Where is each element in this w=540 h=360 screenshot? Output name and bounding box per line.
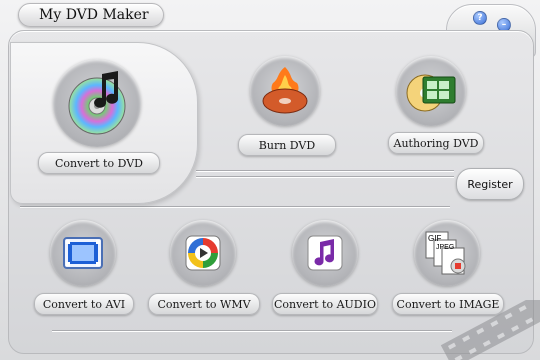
burn-disc-icon (262, 67, 308, 114)
burn-dvd-button[interactable] (250, 56, 320, 126)
label-convert-to-wmv[interactable]: Convert to WMV (148, 293, 260, 315)
convert-to-audio-button[interactable] (292, 220, 358, 286)
jpeg-label: JPEG (436, 244, 454, 251)
minimize-icon: – (501, 20, 507, 30)
convert-to-wmv-button[interactable] (170, 220, 236, 286)
label-burn-dvd[interactable]: Burn DVD (238, 134, 336, 156)
label-authoring-dvd[interactable]: Authoring DVD (388, 132, 484, 154)
convert-to-avi-button[interactable] (50, 220, 116, 286)
register-button[interactable]: Register (456, 168, 524, 200)
window-title: My DVD Maker (18, 3, 164, 27)
tool-convert-to-dvd[interactable] (10, 42, 198, 204)
gif-label: GIF (428, 234, 441, 243)
app-window: My DVD Maker ? – × (0, 0, 540, 360)
divider-upper (196, 170, 454, 171)
divider-middle (20, 206, 450, 207)
film-disc-icon (406, 74, 456, 112)
windows-media-icon (185, 235, 221, 271)
divider-bottom (52, 330, 452, 331)
help-icon: ? (477, 13, 483, 23)
label-convert-to-audio[interactable]: Convert to AUDIO (272, 293, 378, 315)
cd-music-icon (53, 59, 141, 147)
film-file-icon (63, 237, 103, 269)
convert-to-image-button[interactable]: GIF JPEG (414, 220, 480, 286)
label-convert-to-dvd[interactable]: Convert to DVD (38, 152, 160, 174)
film-strip-decoration (440, 300, 540, 360)
divider-upper-2 (196, 176, 454, 177)
authoring-dvd-button[interactable] (396, 56, 466, 126)
help-button[interactable]: ? (473, 11, 487, 25)
label-convert-to-avi[interactable]: Convert to AVI (34, 293, 134, 315)
image-files-icon: GIF JPEG (425, 231, 466, 275)
music-note-icon (307, 235, 343, 271)
